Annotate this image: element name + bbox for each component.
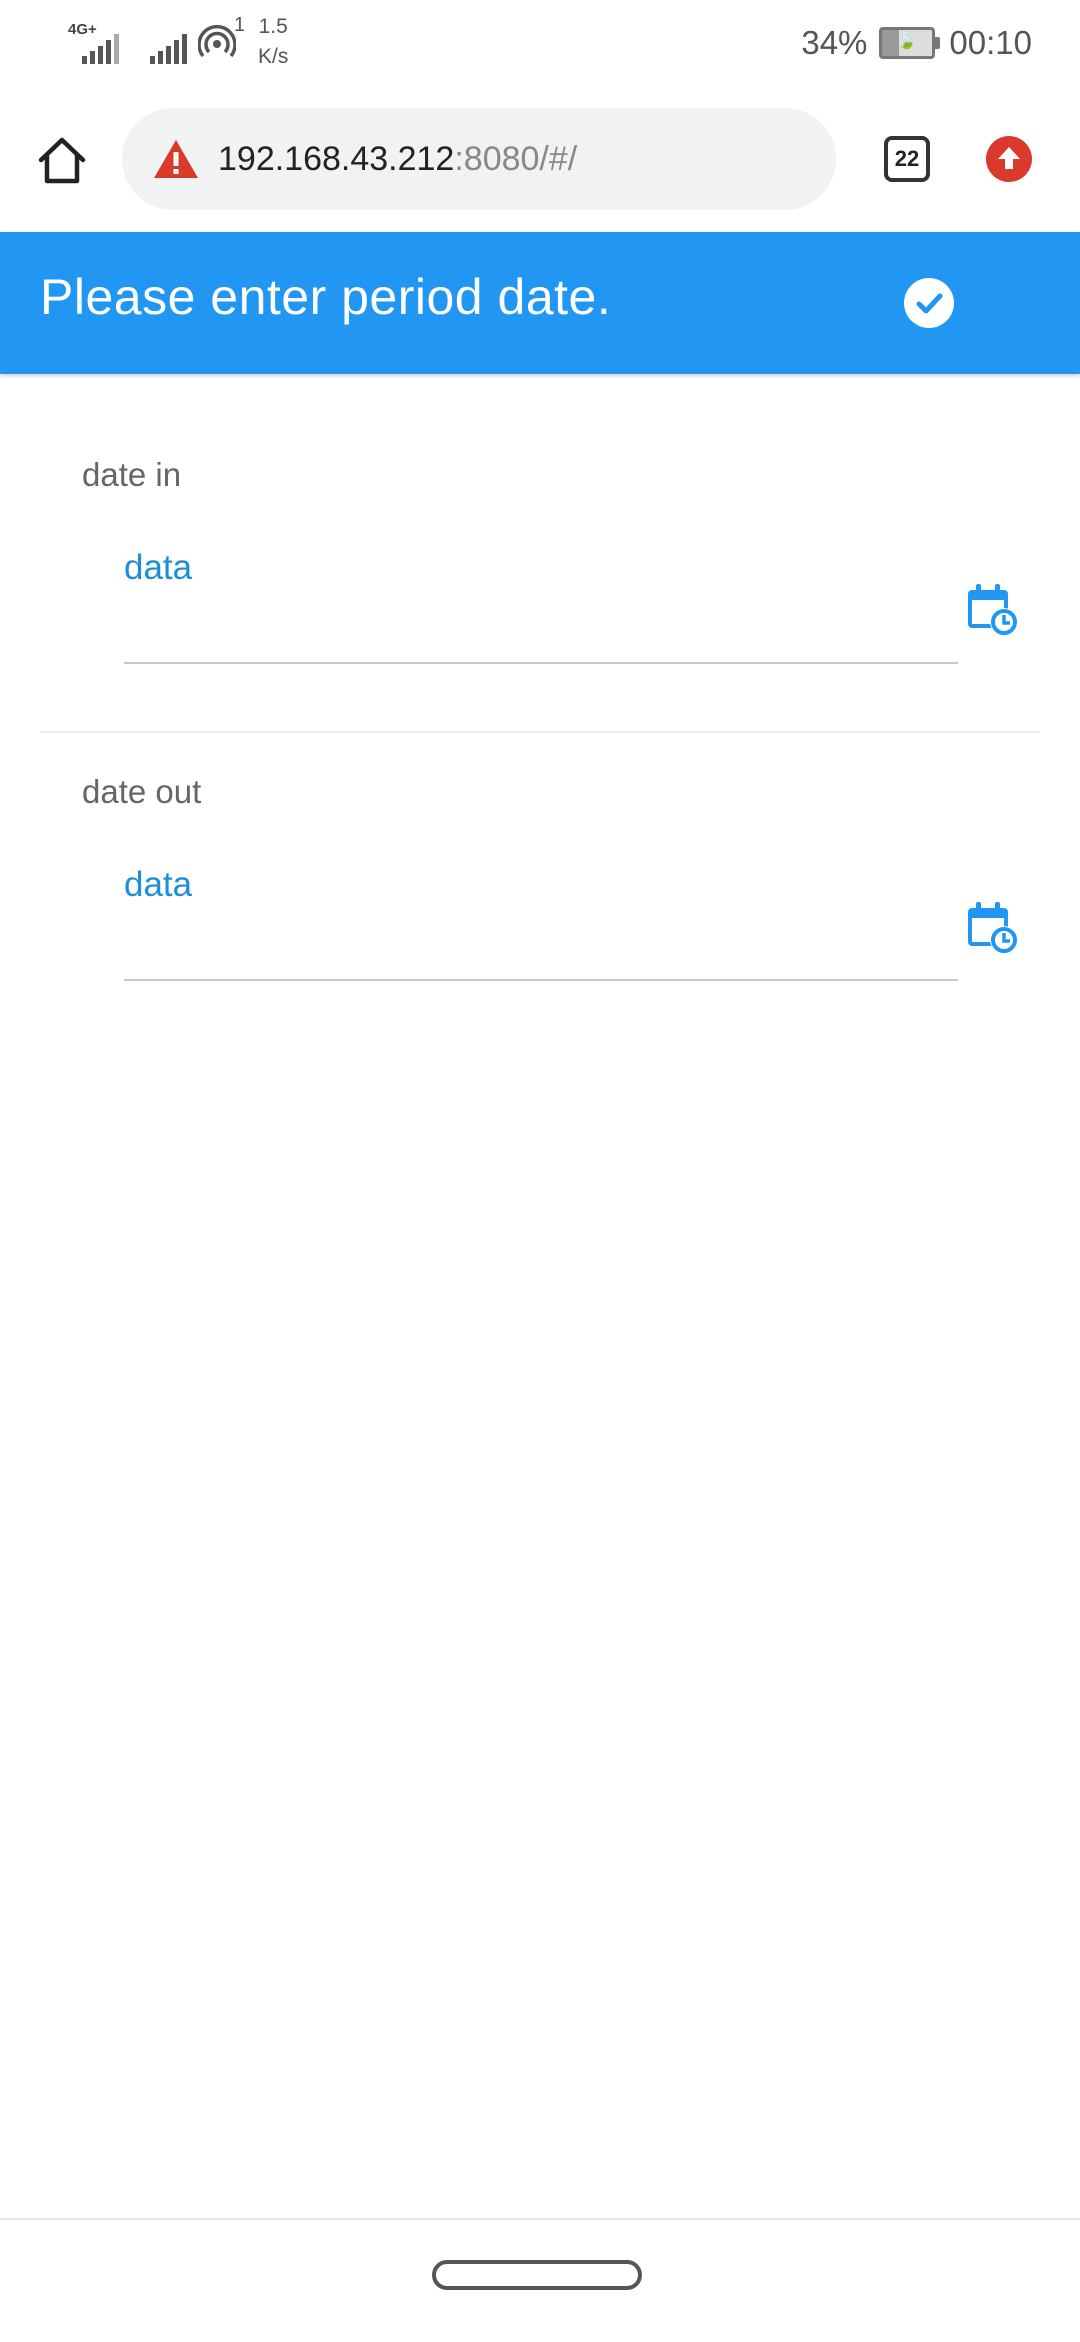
date-in-label: date in <box>82 456 182 493</box>
network-speed: 1.5 K/s <box>258 12 288 72</box>
date-out-input[interactable]: data <box>124 857 958 981</box>
divider <box>40 731 1040 733</box>
warning-triangle-icon[interactable] <box>152 138 200 180</box>
tab-switcher-button[interactable]: 22 <box>884 136 930 182</box>
url-host: 192.168.43.212 <box>218 140 455 178</box>
system-nav-bar <box>0 2218 1080 2342</box>
status-right: 34% 🍃 00:10 <box>801 24 1032 62</box>
url-path: :8080/#/ <box>454 140 578 178</box>
battery-icon: 🍃 <box>879 27 941 59</box>
home-icon[interactable] <box>36 134 88 186</box>
clock: 00:10 <box>949 24 1032 61</box>
sim-number: 1 <box>234 14 246 36</box>
url-bar[interactable]: 192.168.43.212:8080/#/ <box>122 108 836 210</box>
signal-indicators: 4G+ <box>68 22 236 64</box>
page-title: Please enter period date. <box>40 269 612 325</box>
app-header: Please enter period date. <box>0 232 1080 374</box>
signal-sim2-icon <box>150 22 198 64</box>
browser-toolbar: 192.168.43.212:8080/#/ 22 <box>0 90 1080 230</box>
battery-percent: 34% <box>801 24 868 61</box>
leaf-icon: 🍃 <box>897 33 918 50</box>
hotspot-icon <box>198 25 236 58</box>
date-out-value: data <box>124 865 193 904</box>
arrow-up-icon <box>998 147 1020 169</box>
update-button[interactable] <box>986 136 1032 182</box>
url-text[interactable]: 192.168.43.212:8080/#/ <box>218 138 577 180</box>
calendar-clock-icon[interactable] <box>964 582 1020 638</box>
check-icon <box>916 293 943 314</box>
speed-value: 1.5 <box>258 15 288 38</box>
signal-sim1-icon: 4G+ <box>68 22 126 64</box>
date-in-input[interactable]: data <box>124 540 958 664</box>
date-out-label: date out <box>82 773 202 810</box>
confirm-button[interactable] <box>904 278 954 328</box>
date-in-value: data <box>124 548 193 587</box>
calendar-clock-icon[interactable] <box>964 900 1020 956</box>
status-bar: 4G+ 1 1.5 K/s 34% 🍃 00:10 <box>0 0 1080 90</box>
speed-unit: K/s <box>258 45 289 68</box>
home-gesture-bar[interactable] <box>432 2260 642 2290</box>
